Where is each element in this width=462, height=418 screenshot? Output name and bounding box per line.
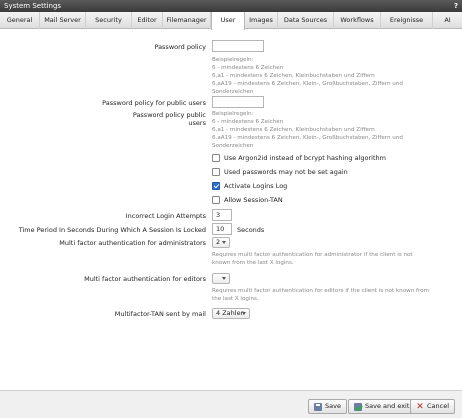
mfa-editors-label: Multi factor authentication for editors <box>84 275 206 283</box>
mfa-editors-select[interactable] <box>212 273 230 284</box>
logins-log-label: Activate Logins Log <box>224 182 288 190</box>
chevron-down-icon <box>222 277 226 280</box>
password-policy-input[interactable] <box>212 40 264 52</box>
save-and-exit-button[interactable]: Save and exit <box>348 399 416 414</box>
help-icon[interactable]: ? <box>454 0 458 12</box>
used-passwords-checkbox-row[interactable]: Used passwords may not be set again <box>212 167 348 177</box>
argon2id-checkbox[interactable] <box>212 154 220 162</box>
used-passwords-label: Used passwords may not be set again <box>224 168 348 176</box>
mfa-editors-hint: Requires multi factor authentication for… <box>212 288 430 302</box>
mfa-tan-mail-label: Multifactor-TAN sent by mail <box>114 310 206 318</box>
session-lock-input[interactable]: 10 <box>212 223 232 235</box>
tab-general[interactable]: General <box>0 12 40 29</box>
password-policy-public-label: Password policy for public users <box>102 99 206 107</box>
chevron-down-icon <box>242 312 246 315</box>
argon2id-checkbox-row[interactable]: Use Argon2id instead of bcrypt hashing a… <box>212 153 386 163</box>
password-policy-public-input[interactable] <box>212 96 264 108</box>
tab-data-sources[interactable]: Data Sources <box>278 12 334 29</box>
footer-bar: Save Save and exit ✕ Cancel <box>0 390 462 418</box>
chevron-down-icon <box>222 241 226 244</box>
save-button[interactable]: Save <box>308 399 347 414</box>
mfa-admins-select[interactable]: 2 <box>212 237 230 248</box>
session-lock-unit: Seconds <box>237 226 265 234</box>
tab-mail-server[interactable]: Mail Server <box>40 12 86 29</box>
tab-bar: General Mail Server Security Editor File… <box>0 12 462 30</box>
tab-ai[interactable]: AI <box>433 12 462 29</box>
window-titlebar: System Settings ? <box>0 0 462 12</box>
password-policy-public-hint: Beispielregeln: 6 - mindestens 6 Zeichen… <box>212 111 403 149</box>
session-tan-label: Allow Session-TAN <box>224 196 283 204</box>
tab-ereignisse[interactable]: Ereignisse <box>381 12 433 29</box>
logins-log-checkbox-row[interactable]: Activate Logins Log <box>212 181 287 191</box>
tab-user[interactable]: User <box>211 12 245 30</box>
tab-workflows[interactable]: Workflows <box>334 12 381 29</box>
logins-log-checkbox[interactable] <box>212 182 220 190</box>
incorrect-login-label: Incorrect Login Attempts <box>125 212 206 220</box>
used-passwords-checkbox[interactable] <box>212 168 220 176</box>
close-icon: ✕ <box>416 401 424 412</box>
window-title: System Settings <box>4 2 62 10</box>
tab-editor[interactable]: Editor <box>132 12 163 29</box>
mfa-admins-hint: Requires multi factor authentication for… <box>212 252 413 266</box>
cancel-button[interactable]: ✕ Cancel <box>410 399 456 414</box>
mfa-admins-value: 2 <box>216 238 221 246</box>
incorrect-login-input[interactable]: 3 <box>212 209 232 221</box>
save-exit-icon <box>354 402 362 411</box>
session-tan-checkbox-row[interactable]: Allow Session-TAN <box>212 195 283 205</box>
password-policy-public-sublabel: Password policy public users <box>132 111 206 127</box>
tab-images[interactable]: Images <box>245 12 278 29</box>
argon2id-label: Use Argon2id instead of bcrypt hashing a… <box>224 154 386 162</box>
user-settings-panel: Password policy Beispielregeln: 6 - mind… <box>0 30 462 390</box>
session-lock-label: Time Period In Seconds During Which A Se… <box>18 226 206 234</box>
mfa-tan-mail-value: 4 Zahlen <box>216 309 245 317</box>
mfa-admins-label: Multi factor authentication for administ… <box>59 239 206 247</box>
tab-security[interactable]: Security <box>86 12 132 29</box>
floppy-disk-icon <box>314 402 322 411</box>
tab-filemanager[interactable]: Filemanager <box>163 12 211 29</box>
password-policy-label: Password policy <box>154 43 206 51</box>
password-policy-hint: Beispielregeln: 6 - mindestens 6 Zeichen… <box>212 57 403 95</box>
session-tan-checkbox[interactable] <box>212 196 220 204</box>
mfa-tan-mail-select[interactable]: 4 Zahlen <box>212 308 250 319</box>
